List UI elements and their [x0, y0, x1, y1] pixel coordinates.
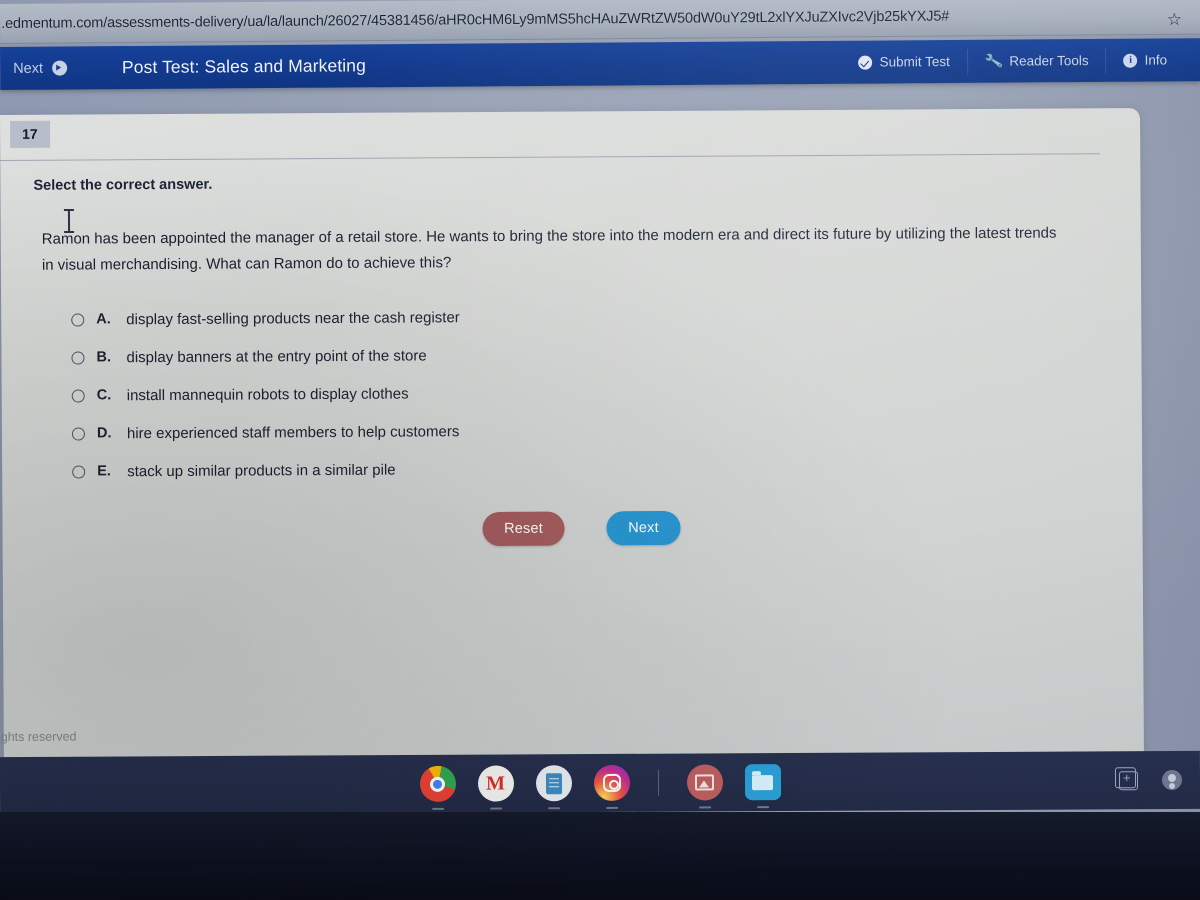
- option-text-a: display fast-selling products near the c…: [126, 308, 460, 328]
- submit-test-label: Submit Test: [879, 54, 950, 70]
- option-text-d: hire experienced staff members to help c…: [126, 422, 460, 442]
- header-actions: Submit Test 🔧 Reader Tools i Info: [841, 46, 1200, 76]
- check-circle-icon: [858, 55, 873, 70]
- answer-option-c[interactable]: C. install mannequin robots to display c…: [71, 371, 972, 414]
- option-text-c: install mannequin robots to display clot…: [126, 385, 409, 404]
- taskbar-divider: [657, 769, 659, 796]
- address-bar-url[interactable]: .edmentum.com/assessments-delivery/ua/la…: [0, 8, 949, 31]
- assessment-header: Next Post Test: Sales and Marketing Subm…: [0, 38, 1200, 90]
- answer-option-d[interactable]: D. hire experienced staff members to hel…: [71, 409, 972, 452]
- answer-options-list: A. display fast-selling products near th…: [71, 295, 972, 490]
- option-text-b: display banners at the entry point of th…: [126, 346, 427, 366]
- page-title: Post Test: Sales and Marketing: [121, 55, 366, 78]
- photos-icon[interactable]: [686, 764, 723, 801]
- avatar-icon[interactable]: [1161, 769, 1183, 791]
- question-instruction: Select the correct answer.: [33, 176, 213, 194]
- copyright-footer: rights reserved: [0, 729, 77, 745]
- reset-button[interactable]: Reset: [482, 511, 565, 547]
- star-icon[interactable]: ☆: [1167, 11, 1182, 28]
- radio-button-d[interactable]: [71, 426, 85, 441]
- answer-option-a[interactable]: A. display fast-selling products near th…: [71, 295, 971, 338]
- info-button[interactable]: i Info: [1105, 46, 1185, 74]
- reader-tools-label: Reader Tools: [1009, 53, 1089, 69]
- option-letter-b: B.: [96, 349, 112, 366]
- reader-tools-button[interactable]: 🔧 Reader Tools: [966, 47, 1106, 75]
- option-letter-d: D.: [96, 425, 112, 442]
- screen-photo: .edmentum.com/assessments-delivery/ua/la…: [0, 0, 1200, 900]
- divider: [0, 153, 1101, 161]
- radio-button-c[interactable]: [71, 388, 85, 403]
- radio-button-e[interactable]: [72, 464, 86, 479]
- arrow-circle-right-icon: [51, 60, 68, 76]
- gmail-glyph: M: [485, 771, 505, 795]
- files-icon[interactable]: [744, 764, 781, 801]
- question-stem: Ramon has been appointed the manager of …: [41, 224, 1057, 274]
- header-next-label: Next: [13, 60, 44, 77]
- taskbar-tray: [1118, 751, 1183, 809]
- radio-button-b[interactable]: [71, 350, 85, 365]
- screen-capture-icon[interactable]: [1118, 770, 1139, 790]
- desk-background: [0, 812, 1200, 900]
- taskbar-app-icons: M: [419, 764, 781, 802]
- question-card: 17 Select the correct answer. Ramon has …: [0, 108, 1144, 760]
- question-number-badge: 17: [10, 120, 50, 148]
- option-letter-c: C.: [96, 387, 112, 404]
- answer-option-b[interactable]: B. display banners at the entry point of…: [71, 333, 971, 376]
- next-button[interactable]: Next: [606, 510, 681, 546]
- browser-address-bar[interactable]: .edmentum.com/assessments-delivery/ua/la…: [0, 0, 1200, 44]
- info-label: Info: [1144, 52, 1168, 68]
- chrome-icon[interactable]: [419, 765, 456, 802]
- answer-option-e[interactable]: E. stack up similar products in a simila…: [72, 447, 972, 490]
- wrench-icon: 🔧: [983, 51, 1004, 71]
- option-letter-a: A.: [96, 311, 111, 328]
- taskbar: M: [0, 750, 1200, 816]
- text-cursor: [67, 208, 71, 234]
- submit-test-button[interactable]: Submit Test: [841, 48, 966, 75]
- option-text-e: stack up similar products in a similar p…: [127, 461, 396, 480]
- header-next-button[interactable]: Next: [13, 60, 68, 77]
- action-button-row: Reset Next: [482, 510, 681, 547]
- instagram-icon[interactable]: [593, 764, 630, 802]
- radio-button-a[interactable]: [71, 312, 85, 327]
- gmail-icon[interactable]: M: [477, 765, 514, 802]
- info-circle-icon: i: [1123, 53, 1138, 68]
- option-letter-e: E.: [97, 463, 111, 480]
- docs-icon[interactable]: [535, 765, 572, 802]
